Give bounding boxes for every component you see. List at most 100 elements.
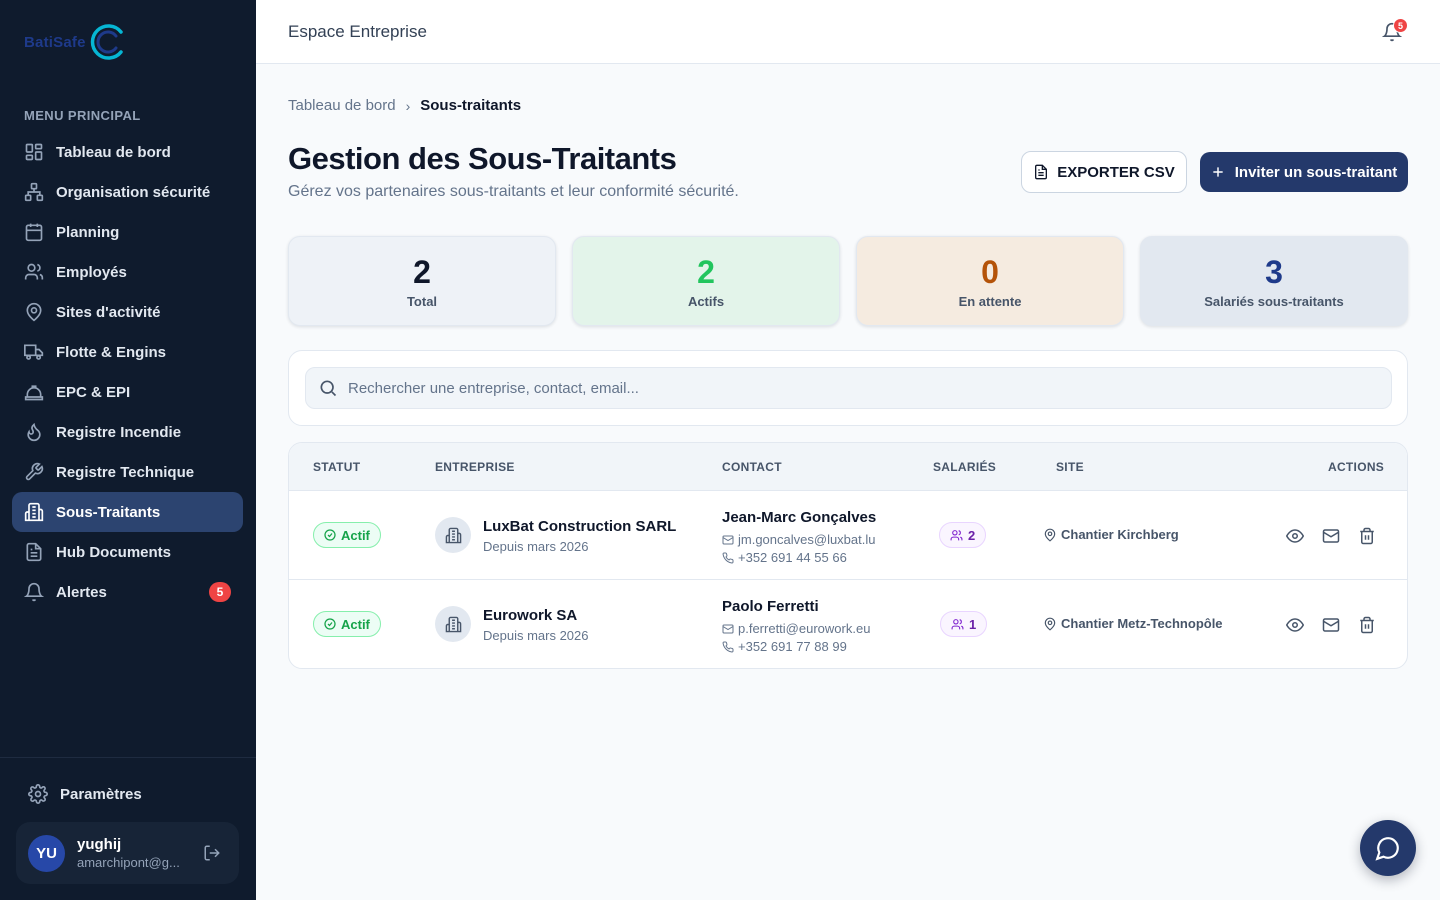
org-chart-icon — [24, 182, 44, 202]
contact-name: Jean-Marc Gonçalves — [722, 509, 877, 526]
sidebar-divider — [0, 757, 256, 758]
user-info: yughij amarchipont@g... — [77, 836, 187, 870]
export-csv-button[interactable]: EXPORTER CSV — [1021, 151, 1187, 193]
users-icon — [951, 618, 964, 629]
company-avatar — [435, 517, 471, 553]
avatar: YU — [28, 834, 65, 872]
nav-item-sites[interactable]: Sites d'activité — [12, 292, 243, 332]
search-box — [305, 367, 1392, 409]
nav-label: Hub Documents — [56, 543, 172, 561]
table-row[interactable]: Actif LuxBat Construction SARL Depuis ma… — [289, 491, 1407, 580]
column-header-employees[interactable]: SALARIÉS — [933, 460, 996, 474]
map-pin-icon — [1044, 617, 1056, 631]
stat-card-en-attente: 0 En attente — [856, 236, 1124, 326]
column-header-status[interactable]: STATUT — [313, 460, 360, 474]
table-header: STATUT ENTREPRISE CONTACT SALARIÉS SITE … — [289, 443, 1407, 491]
export-csv-label: EXPORTER CSV — [1057, 163, 1175, 181]
nav-item-epc-epi[interactable]: EPC & EPI — [12, 372, 243, 412]
stat-value: 3 — [1265, 253, 1283, 290]
nav-item-organisation[interactable]: Organisation sécurité — [12, 172, 243, 212]
contact-email: p.ferretti@eurowork.eu — [722, 621, 870, 636]
nav-item-alertes[interactable]: Alertes 5 — [12, 572, 243, 612]
nav-label: EPC & EPI — [56, 383, 131, 401]
column-header-company[interactable]: ENTREPRISE — [435, 460, 515, 474]
logout-icon[interactable] — [203, 844, 221, 862]
view-eye-icon[interactable] — [1286, 616, 1304, 634]
stat-value: 2 — [413, 253, 431, 290]
user-card[interactable]: YU yughij amarchipont@g... — [16, 822, 239, 884]
search-input[interactable] — [348, 379, 1348, 397]
nav-item-sous-traitants[interactable]: Sous-Traitants — [12, 492, 243, 532]
site-cell: Chantier Kirchberg — [1043, 527, 1179, 542]
invite-label: Inviter un sous-traitant — [1234, 163, 1398, 181]
nav-item-dashboard[interactable]: Tableau de bord — [12, 132, 243, 172]
notification-count-badge: 5 — [1393, 18, 1408, 33]
stat-card-total: 2 Total — [288, 236, 556, 326]
building-icon — [445, 616, 461, 632]
breadcrumb-separator-icon: › — [405, 97, 411, 114]
mail-icon — [722, 624, 734, 633]
send-mail-icon[interactable] — [1322, 616, 1340, 634]
stats-row: 2 Total 2 Actifs 0 En attente 3 Salariés… — [288, 236, 1408, 326]
stat-value: 2 — [697, 253, 715, 290]
file-icon — [1035, 164, 1048, 180]
hard-hat-icon — [24, 385, 44, 401]
delete-trash-icon[interactable] — [1358, 616, 1376, 634]
delete-trash-icon[interactable] — [1358, 527, 1376, 545]
breadcrumb: Tableau de bord › Sous-traitants — [288, 97, 521, 114]
column-header-contact[interactable]: CONTACT — [722, 460, 782, 474]
status-badge: Actif — [313, 522, 381, 548]
nav-item-flotte[interactable]: Flotte & Engins — [12, 332, 243, 372]
menu-heading: MENU PRINCIPAL — [24, 108, 141, 123]
logo-ring-icon — [90, 24, 123, 60]
user-email: amarchipont@g... — [77, 855, 180, 870]
view-eye-icon[interactable] — [1286, 527, 1304, 545]
mail-icon — [722, 535, 734, 544]
employees-count-badge[interactable]: 1 — [940, 611, 988, 637]
stat-label: Total — [406, 293, 438, 309]
company-since: Depuis mars 2026 — [483, 539, 589, 554]
stat-label: Actifs — [687, 293, 725, 309]
nav-item-technique[interactable]: Registre Technique — [12, 452, 243, 492]
alerts-count-badge: 5 — [209, 582, 231, 602]
company-name[interactable]: LuxBat Construction SARL — [483, 518, 676, 535]
brand-logo[interactable]: BatiSafe — [24, 22, 128, 62]
nav-label: Sous-Traitants — [56, 503, 161, 521]
search-card — [288, 350, 1408, 426]
contact-phone: +352 691 44 55 66 — [722, 550, 847, 565]
document-icon — [26, 542, 42, 562]
nav-label: Registre Incendie — [56, 423, 182, 441]
workspace-title: Espace Entreprise — [288, 22, 427, 41]
stat-card-actifs: 2 Actifs — [572, 236, 840, 326]
search-icon — [320, 380, 337, 397]
nav-item-incendie[interactable]: Registre Incendie — [12, 412, 243, 452]
site-name: Chantier Kirchberg — [1061, 527, 1179, 542]
nav-label: Alertes — [56, 583, 107, 601]
column-header-site[interactable]: SITE — [1056, 460, 1084, 474]
nav-label: Planning — [56, 223, 120, 241]
truck-icon — [24, 344, 44, 360]
nav-label: Tableau de bord — [56, 143, 171, 161]
status-badge: Actif — [313, 611, 381, 637]
brand-name: BatiSafe — [24, 33, 86, 51]
status-text: Actif — [341, 527, 370, 543]
settings-label: Paramètres — [60, 785, 142, 803]
contact-phone: +352 691 77 88 99 — [722, 639, 847, 654]
contact-phone-text: +352 691 77 88 99 — [738, 639, 847, 654]
employees-count-badge[interactable]: 2 — [939, 522, 987, 548]
send-mail-icon[interactable] — [1322, 527, 1340, 545]
breadcrumb-current: Sous-traitants — [420, 97, 522, 114]
nav-item-employes[interactable]: Employés — [12, 252, 243, 292]
building-icon — [445, 527, 461, 543]
chat-button[interactable] — [1360, 820, 1416, 876]
nav-item-planning[interactable]: Planning — [12, 212, 243, 252]
nav-item-documents[interactable]: Hub Documents — [12, 532, 243, 572]
settings-link[interactable]: Paramètres — [16, 774, 142, 814]
topbar: Espace Entreprise 5 — [256, 0, 1440, 64]
invite-subcontractor-button[interactable]: Inviter un sous-traitant — [1200, 152, 1408, 192]
breadcrumb-home-link[interactable]: Tableau de bord — [288, 97, 396, 114]
company-name[interactable]: Eurowork SA — [483, 607, 577, 624]
employees-count: 2 — [968, 527, 976, 543]
table-row[interactable]: Actif Eurowork SA Depuis mars 2026 Paolo… — [289, 580, 1407, 668]
contact-email: jm.goncalves@luxbat.lu — [722, 532, 875, 547]
